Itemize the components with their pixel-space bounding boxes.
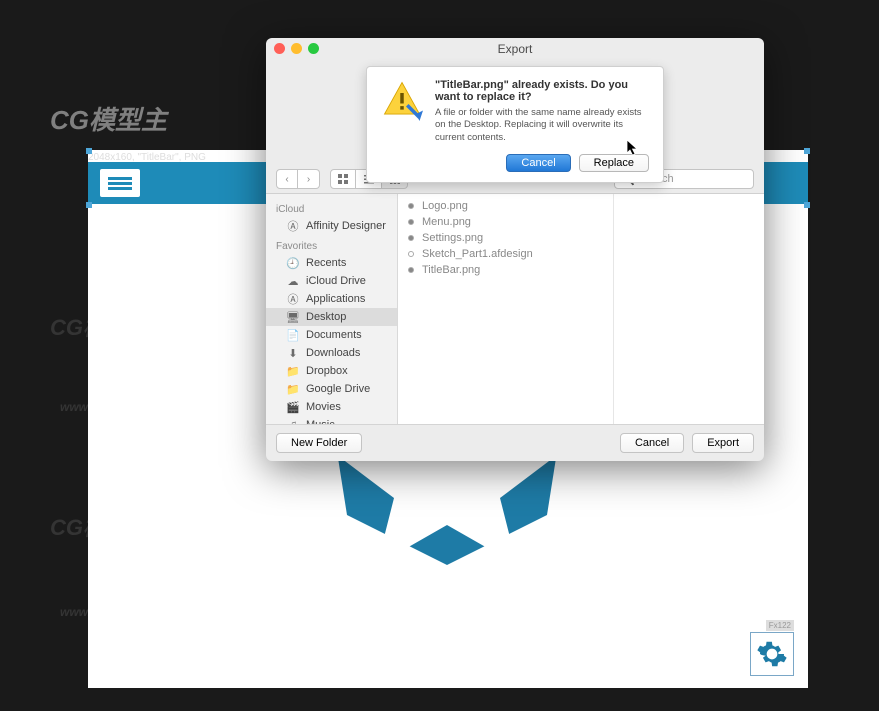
file-row[interactable]: Settings.png: [398, 230, 613, 246]
new-folder-button[interactable]: New Folder: [276, 433, 362, 453]
sidebar-item-affinity-designer[interactable]: ⒶAffinity Designer: [266, 217, 397, 235]
file-icon: [408, 219, 414, 225]
selection-handle[interactable]: [804, 202, 810, 208]
sidebar-group-favorites: Favorites: [266, 235, 397, 254]
file-preview-column: [614, 194, 764, 424]
file-row[interactable]: Menu.png: [398, 214, 613, 230]
sidebar-item-google-drive[interactable]: 📁Google Drive: [266, 380, 397, 398]
file-row[interactable]: Sketch_Part1.afdesign: [398, 246, 613, 262]
sidebar-item-applications[interactable]: ⒶApplications: [266, 290, 397, 308]
gear-thumb-label: Fx122: [766, 620, 794, 631]
alert-heading: "TitleBar.png" already exists. Do you wa…: [435, 79, 649, 103]
file-column[interactable]: Logo.pngMenu.pngSettings.pngSketch_Part1…: [398, 194, 614, 424]
app-icon: Ⓐ: [286, 220, 300, 232]
sidebar-item-icloud-drive[interactable]: ☁︎iCloud Drive: [266, 272, 397, 290]
window-controls: [274, 43, 319, 54]
sidebar-item-desktop[interactable]: 🖥Desktop: [266, 308, 397, 326]
settings-gear-thumb[interactable]: [750, 632, 794, 676]
gear-icon: [756, 638, 788, 670]
selection-handle[interactable]: [804, 148, 810, 154]
desktop-icon: 🖥: [286, 311, 300, 323]
sidebar-item-movies[interactable]: 🎬Movies: [266, 398, 397, 416]
close-window-button[interactable]: [274, 43, 285, 54]
view-icons-button[interactable]: [330, 169, 356, 189]
alert-body: A file or folder with the same name alre…: [435, 107, 649, 144]
file-browser-body: iCloud ⒶAffinity Designer Favorites 🕘Rec…: [266, 194, 764, 424]
folder-icon: 📁: [286, 383, 300, 395]
sidebar-item-documents[interactable]: 📄Documents: [266, 326, 397, 344]
app-icon: Ⓐ: [286, 293, 300, 305]
music-icon: ♫: [286, 419, 300, 424]
file-icon: [408, 203, 414, 209]
sidebar-item-recents[interactable]: 🕘Recents: [266, 254, 397, 272]
document-info-label: 2048x160, "TitleBar", PNG: [88, 152, 206, 163]
sidebar-group-icloud: iCloud: [266, 198, 397, 217]
clock-icon: 🕘: [286, 257, 300, 269]
sidebar: iCloud ⒶAffinity Designer Favorites 🕘Rec…: [266, 194, 398, 424]
file-row[interactable]: Logo.png: [398, 198, 613, 214]
doc-icon: 📄: [286, 329, 300, 341]
nav-back-button[interactable]: ‹: [276, 169, 298, 189]
alert-cancel-button[interactable]: Cancel: [506, 154, 570, 172]
mouse-cursor-icon: [627, 140, 639, 156]
file-row[interactable]: TitleBar.png: [398, 262, 613, 278]
minimize-window-button[interactable]: [291, 43, 302, 54]
warning-icon: [381, 79, 423, 121]
dialog-titlebar[interactable]: Export: [266, 38, 764, 60]
cloud-icon: ☁︎: [286, 275, 300, 287]
folder-icon: 📁: [286, 365, 300, 377]
download-icon: ⬇︎: [286, 347, 300, 359]
movie-icon: 🎬: [286, 401, 300, 413]
sidebar-item-dropbox[interactable]: 📁Dropbox: [266, 362, 397, 380]
file-icon: [408, 235, 414, 241]
selection-handle[interactable]: [86, 202, 92, 208]
nav-forward-button[interactable]: ›: [298, 169, 320, 189]
file-icon: [408, 267, 414, 273]
export-dialog: Export "TitleBar.png" already exists. Do…: [266, 38, 764, 461]
sidebar-item-downloads[interactable]: ⬇︎Downloads: [266, 344, 397, 362]
export-button[interactable]: Export: [692, 433, 754, 453]
dialog-footer: New Folder Cancel Export: [266, 424, 764, 461]
file-icon: [408, 251, 414, 257]
zoom-window-button[interactable]: [308, 43, 319, 54]
cancel-button[interactable]: Cancel: [620, 433, 684, 453]
sidebar-item-music[interactable]: ♫Music: [266, 416, 397, 424]
replace-alert-sheet: "TitleBar.png" already exists. Do you wa…: [366, 66, 664, 183]
dialog-title: Export: [498, 42, 533, 56]
alert-replace-button[interactable]: Replace: [579, 154, 649, 172]
titlebar-logo-icon: [100, 169, 140, 197]
selection-handle[interactable]: [86, 148, 92, 154]
